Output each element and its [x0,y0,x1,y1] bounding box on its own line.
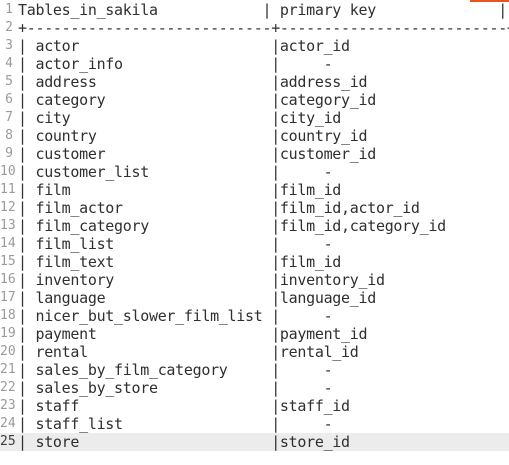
line-number: 2 [5,20,13,35]
editor-line[interactable]: 10 | customer_list | - | [0,163,509,181]
editor-line[interactable]: 5 | address |address_id | [0,73,509,91]
text-editor[interactable]: 1 Tables_in_sakila | primary key | 2 +-----… [0,0,509,465]
editor-line[interactable]: 24 | staff_list | - | [0,415,509,433]
line-text[interactable]: | film_actor |film_id,actor_id | [18,199,509,217]
line-text[interactable]: | payment |payment_id | [18,325,509,343]
line-number: 3 [5,38,13,53]
line-number: 21 [0,362,16,377]
line-text[interactable]: Tables_in_sakila | primary key | [18,1,507,19]
editor-line[interactable]: 11 | film |film_id | [0,181,509,199]
line-number: 9 [5,146,13,161]
line-number: 10 [0,164,16,179]
line-number: 6 [5,92,13,107]
editor-line[interactable]: 21 | sales_by_film_category | - | [0,361,509,379]
editor-line[interactable]: 17 | language |language_id | [0,289,509,307]
editor-line[interactable]: 22 | sales_by_store | - | [0,379,509,397]
line-number: 19 [0,326,16,341]
editor-line[interactable]: 12 | film_actor |film_id,actor_id | [0,199,509,217]
line-number: 18 [0,308,16,323]
line-number: 13 [0,218,16,233]
editor-line[interactable]: 9 | customer |customer_id | [0,145,509,163]
line-text[interactable]: | nicer_but_slower_film_list | - | [18,307,509,325]
editor-line[interactable]: 16 | inventory |inventory_id | [0,271,509,289]
line-text[interactable]: | staff |staff_id | [18,397,509,415]
line-number: 24 [0,416,16,431]
line-number: 11 [0,182,16,197]
editor-line[interactable]: 19 | payment |payment_id | [0,325,509,343]
line-text[interactable]: | language |language_id | [18,289,509,307]
line-number: 8 [5,128,13,143]
line-number: 25 [0,434,16,449]
line-text[interactable]: | country |country_id | [18,127,509,145]
line-text[interactable]: | film_text |film_id | [18,253,509,271]
editor-line[interactable]: 14 | film_list | - | [0,235,509,253]
line-number: 7 [5,110,13,125]
line-text[interactable]: | film_list | - | [18,235,509,253]
line-text[interactable]: | actor_info | - | [18,55,509,73]
line-text[interactable]: +----------------------------+----------… [18,19,509,37]
editor-line[interactable]: 3 | actor |actor_id | [0,37,509,55]
line-number: 17 [0,290,16,305]
editor-line[interactable]: 4 | actor_info | - | [0,55,509,73]
line-number: 22 [0,380,16,395]
editor-line[interactable]: 15 | film_text |film_id | [0,253,509,271]
line-text[interactable]: | address |address_id | [18,73,509,91]
line-text[interactable]: | inventory |inventory_id | [18,271,509,289]
editor-line[interactable]: 2 +----------------------------+---------… [0,19,509,37]
line-number: 20 [0,344,16,359]
line-text[interactable]: | actor |actor_id | [18,37,509,55]
line-number: 15 [0,254,16,269]
line-number: 12 [0,200,16,215]
line-number: 5 [5,74,13,89]
line-number: 23 [0,398,16,413]
line-text[interactable]: | film |film_id | [18,181,509,199]
line-text[interactable]: | customer |customer_id | [18,145,509,163]
editor-line[interactable]: 23 | staff |staff_id | [0,397,509,415]
editor-line[interactable]: 18 | nicer_but_slower_film_list | - | [0,307,509,325]
editor-line[interactable]: 20 | rental |rental_id | [0,343,509,361]
line-number: 16 [0,272,16,287]
line-text[interactable]: | customer_list | - | [18,163,509,181]
line-text[interactable]: | sales_by_film_category | - | [18,361,509,379]
editor-line[interactable]: 8 | country |country_id | [0,127,509,145]
line-text[interactable]: | film_category |film_id,category_id | [18,217,509,235]
line-text[interactable]: | city |city_id | [18,109,509,127]
line-number: 14 [0,236,16,251]
editor-line[interactable]: 13 | film_category |film_id,category_id | [0,217,509,235]
current-editor-line[interactable]: 25 | store |store_id | [0,433,509,451]
editor-line[interactable]: 1 Tables_in_sakila | primary key | [0,1,509,19]
line-text[interactable]: | category |category_id | [18,91,509,109]
line-text[interactable]: | store |store_id | [18,433,509,451]
line-number: 1 [5,2,13,17]
editor-line[interactable]: 6 | category |category_id | [0,91,509,109]
line-text[interactable]: | sales_by_store | - | [18,379,509,397]
line-text[interactable]: | staff_list | - | [18,415,509,433]
line-text[interactable]: | rental |rental_id | [18,343,509,361]
editor-line[interactable]: 7 | city |city_id | [0,109,509,127]
line-number: 4 [5,56,13,71]
